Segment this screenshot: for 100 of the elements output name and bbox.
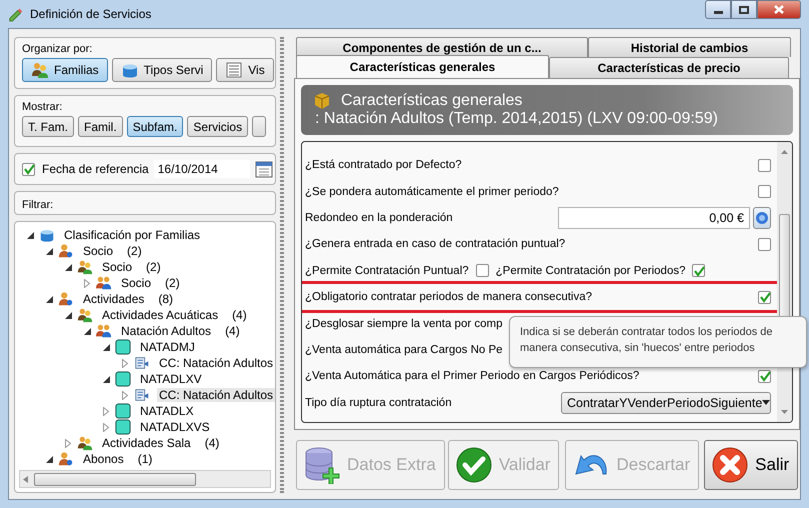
expanded-arrow-icon[interactable]	[84, 328, 90, 334]
person-icon	[58, 451, 74, 467]
expanded-arrow-icon[interactable]	[46, 456, 52, 462]
show-label: Mostrar:	[22, 101, 62, 113]
tab[interactable]: Características de precio	[549, 57, 789, 78]
collapsed-arrow-icon[interactable]	[122, 358, 128, 368]
filter-button[interactable]	[252, 116, 266, 137]
property-label: ¿Permite Contratación Puntual?	[305, 264, 469, 277]
item-count: (1)	[138, 452, 152, 466]
date-field[interactable]: 16/10/2014	[154, 160, 250, 178]
tree-item[interactable]: NATADLXV	[138, 372, 204, 386]
dropdown[interactable]: ContratarYVenderPeriodoSiguiente	[561, 392, 771, 414]
checkmark-icon	[758, 370, 770, 382]
filter-button[interactable]: T. Fam.	[22, 116, 74, 137]
document-icon	[134, 355, 150, 371]
checkmark-icon	[692, 264, 705, 277]
tree-item[interactable]: Clasificación por Familias	[62, 228, 202, 242]
item-count: (4)	[232, 308, 247, 322]
property-label: ¿Permite Contratación por Periodos?	[496, 264, 686, 277]
item-count: (2)	[165, 276, 180, 290]
expanded-arrow-icon[interactable]	[64, 264, 72, 270]
people-icon	[77, 259, 93, 275]
close-icon	[711, 446, 750, 484]
people-icon	[96, 275, 112, 291]
property-label: ¿Genera entrada en caso de contratación puntual?	[305, 238, 566, 250]
help-icon	[755, 210, 769, 225]
reference-date-label: Fecha de referencia	[42, 162, 149, 176]
checkbox[interactable]	[758, 370, 771, 383]
checkbox[interactable]	[758, 185, 771, 198]
expanded-arrow-icon[interactable]	[102, 344, 110, 350]
tree-item[interactable]: Socio	[119, 276, 154, 290]
maximize-button[interactable]	[731, 0, 757, 19]
property-label: ¿Desglosar siempre la venta por comp	[305, 318, 502, 330]
tree-item[interactable]: NATADLX	[138, 404, 196, 418]
checkbox[interactable]	[758, 238, 771, 251]
square-icon	[115, 371, 131, 387]
tab[interactable]: Historial de cambios	[588, 37, 791, 57]
splitter[interactable]	[280, 37, 284, 493]
item-count: (4)	[204, 436, 220, 450]
expanded-arrow-icon[interactable]	[46, 296, 52, 302]
expanded-arrow-icon[interactable]	[46, 248, 52, 254]
action-button[interactable]: Salir	[704, 440, 798, 490]
close-icon	[774, 5, 784, 14]
window-title: Definición de Servicios	[30, 7, 152, 21]
cube-icon	[313, 92, 331, 110]
reference-date-checkbox[interactable]	[22, 162, 35, 176]
minimize-button[interactable]	[705, 0, 731, 19]
tree-item[interactable]: NATADLXVS	[138, 420, 212, 434]
help-button[interactable]	[753, 206, 771, 229]
tree-item[interactable]: Actividades Acuáticas	[100, 308, 220, 322]
expanded-arrow-icon[interactable]	[26, 232, 34, 238]
property-label: ¿Venta automática para Cargos No Pe	[305, 344, 503, 356]
property-label: Tipo día ruptura contratación	[305, 396, 452, 409]
filter-button[interactable]: Subfam.	[126, 116, 184, 137]
scroll-up-icon	[781, 150, 788, 154]
person-icon	[58, 243, 74, 259]
tree-item[interactable]: Socio	[100, 260, 134, 274]
checkbox[interactable]	[758, 290, 771, 304]
filter-button[interactable]: Famil.	[78, 116, 123, 137]
property-label: ¿Se pondera automáticamente el primer periodo?	[305, 186, 559, 198]
close-button[interactable]	[757, 0, 801, 19]
organize-button[interactable]: Tipos Servi	[112, 58, 212, 82]
tab[interactable]: Características generales	[296, 55, 549, 78]
collapsed-arrow-icon[interactable]	[84, 278, 90, 288]
filter-button[interactable]: Servicios	[187, 116, 248, 137]
expanded-arrow-icon[interactable]	[102, 376, 110, 382]
people-icon	[77, 435, 93, 451]
check-icon	[454, 446, 493, 484]
tree-item[interactable]: Natación Adultos	[119, 324, 214, 338]
scroll-left-icon	[23, 476, 28, 482]
tree-item[interactable]: CC: Natación Adultos	[157, 356, 275, 370]
collapsed-arrow-icon[interactable]	[65, 438, 71, 448]
tab[interactable]: Componentes de gestión de un c...	[296, 37, 588, 57]
collapsed-arrow-icon[interactable]	[103, 406, 109, 416]
pencil-icon	[8, 6, 24, 22]
tree-item[interactable]: NATADMJ	[138, 340, 197, 354]
database-add-icon	[303, 446, 341, 484]
checkbox[interactable]	[758, 158, 771, 172]
organize-button[interactable]: Familias	[22, 58, 108, 82]
property-label: Redondeo en la ponderación	[305, 212, 453, 224]
organize-button[interactable]: Vis	[216, 58, 274, 82]
collapsed-arrow-icon[interactable]	[122, 390, 128, 400]
tree-item[interactable]: Actividades	[81, 292, 146, 306]
property-label: ¿Está contratado por Defecto?	[305, 159, 462, 172]
property-label: ¿Obligatorio contratar periodos de manera consecutiva?	[305, 291, 592, 304]
bucket-icon	[39, 227, 55, 243]
checkbox[interactable]	[476, 264, 489, 278]
tree-item[interactable]: Abonos	[81, 452, 126, 466]
collapsed-arrow-icon[interactable]	[103, 422, 109, 432]
checkbox[interactable]	[692, 264, 706, 278]
amount-field[interactable]: 0,00 €	[558, 206, 750, 229]
calendar-icon	[254, 160, 273, 178]
tree-item[interactable]: Actividades Sala	[100, 436, 193, 450]
maximize-icon	[739, 6, 749, 14]
square-icon	[115, 339, 131, 355]
person-icon	[58, 291, 74, 307]
tree-item[interactable]: CC: Natación Adultos	[157, 388, 275, 402]
expanded-arrow-icon[interactable]	[64, 312, 72, 318]
tree-item[interactable]: Socio	[81, 244, 116, 258]
item-count: (2)	[146, 260, 161, 274]
